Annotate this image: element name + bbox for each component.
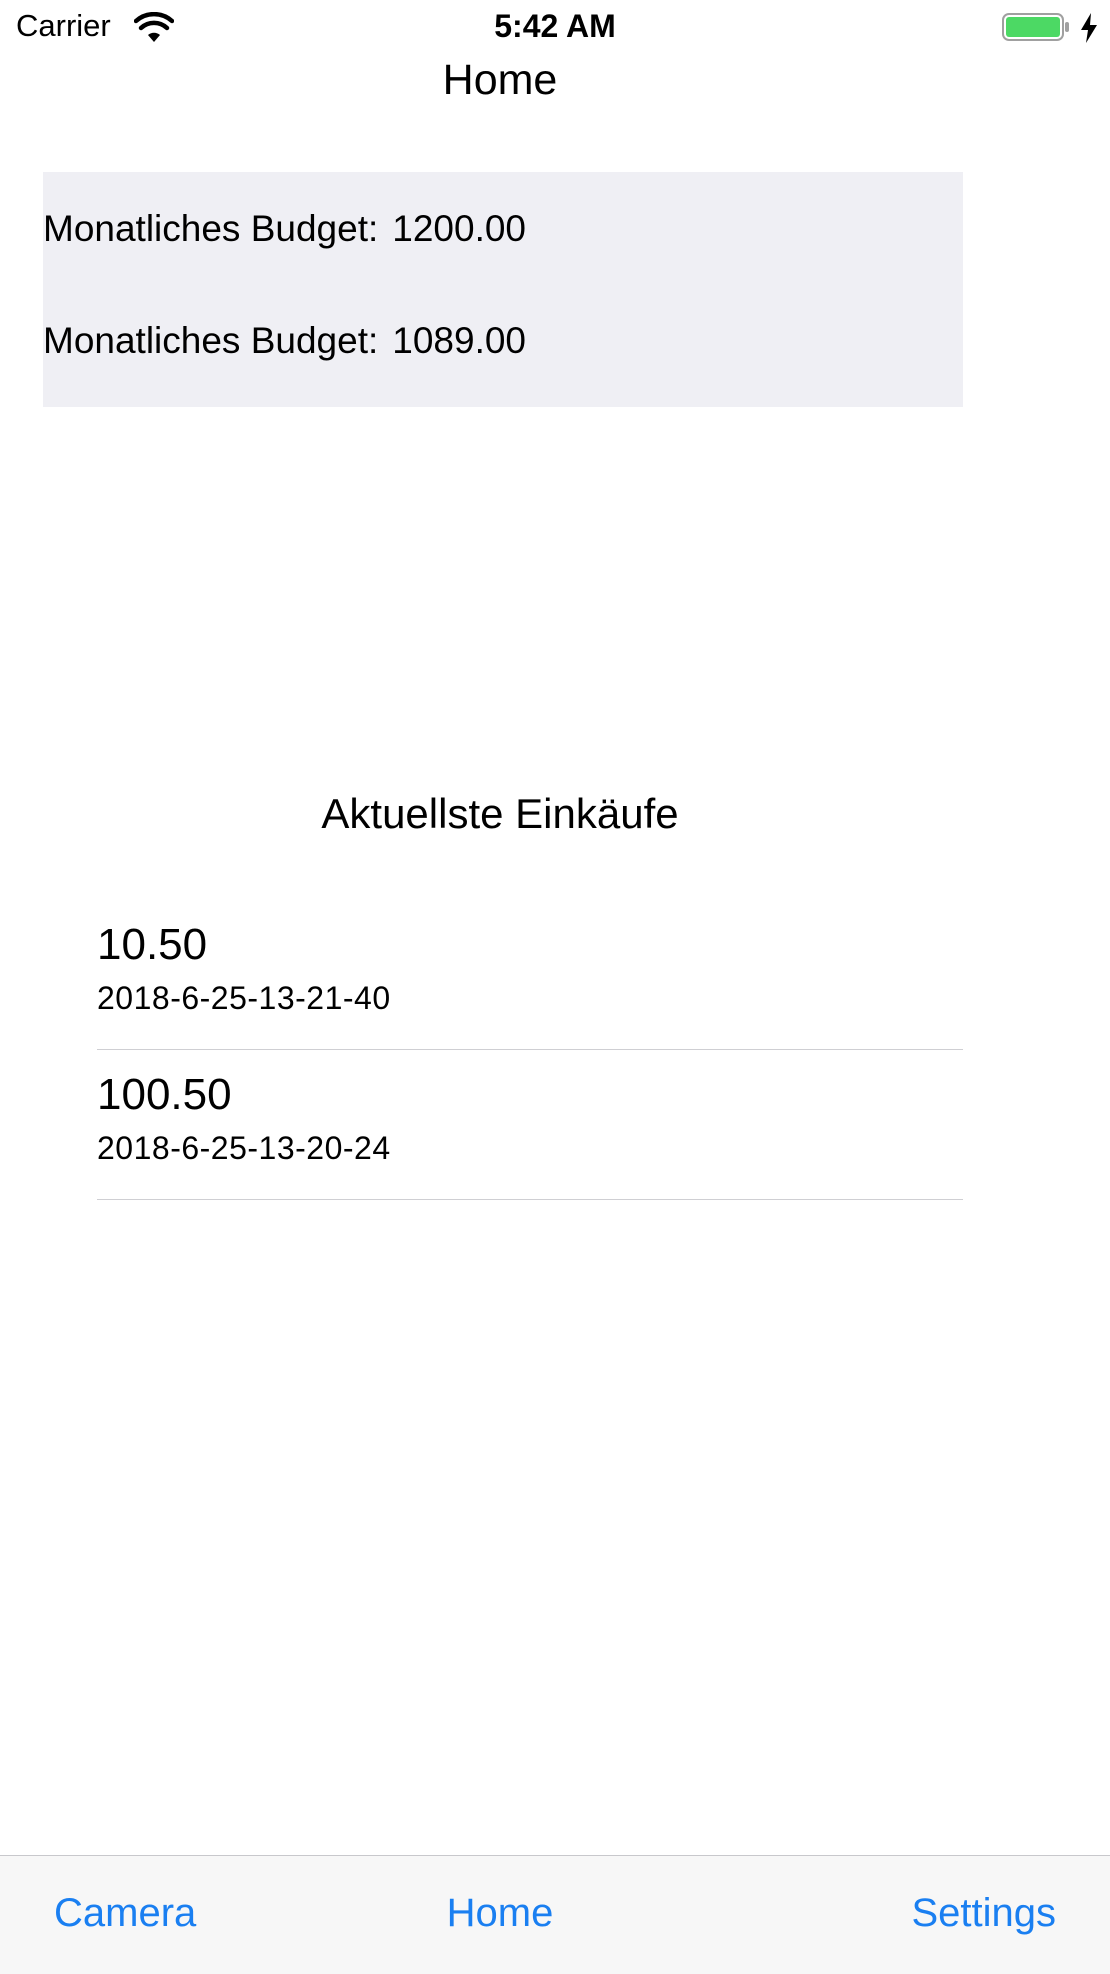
tab-home[interactable]: Home — [0, 1891, 1000, 1936]
battery-icon — [1002, 13, 1069, 41]
budget-panel: Monatliches Budget: 1200.00 Monatliches B… — [43, 172, 963, 407]
tab-bar: Camera Home Settings — [0, 1855, 1110, 1974]
budget-label: Monatliches Budget: — [43, 320, 379, 361]
charging-bolt-icon — [1081, 13, 1097, 43]
budget-value: 1089.00 — [392, 320, 527, 361]
purchase-date: 2018-6-25-13-21-40 — [97, 980, 391, 1016]
budget-label: Monatliches Budget: — [43, 208, 379, 249]
app-screen: Carrier 5:42 AM Home Monatliches Budget:… — [0, 0, 1110, 1974]
tab-settings[interactable]: Settings — [911, 1891, 1056, 1936]
purchase-amount: 10.50 — [97, 920, 208, 969]
list-item[interactable]: 100.50 2018-6-25-13-20-24 — [97, 1050, 963, 1200]
monthly-budget-row: Monatliches Budget: 1200.00 — [43, 208, 526, 250]
status-bar: Carrier 5:42 AM — [0, 0, 1110, 56]
page-title: Home — [442, 56, 558, 104]
remaining-budget-row: Monatliches Budget: 1089.00 — [43, 320, 526, 362]
purchase-list: 10.50 2018-6-25-13-21-40 100.50 2018-6-2… — [97, 900, 963, 1200]
budget-value: 1200.00 — [392, 208, 527, 249]
purchase-amount: 100.50 — [97, 1070, 232, 1119]
list-item[interactable]: 10.50 2018-6-25-13-21-40 — [97, 900, 963, 1050]
recent-purchases-title: Aktuellste Einkäufe — [321, 790, 679, 837]
purchase-date: 2018-6-25-13-20-24 — [97, 1130, 391, 1166]
status-time: 5:42 AM — [494, 8, 616, 44]
